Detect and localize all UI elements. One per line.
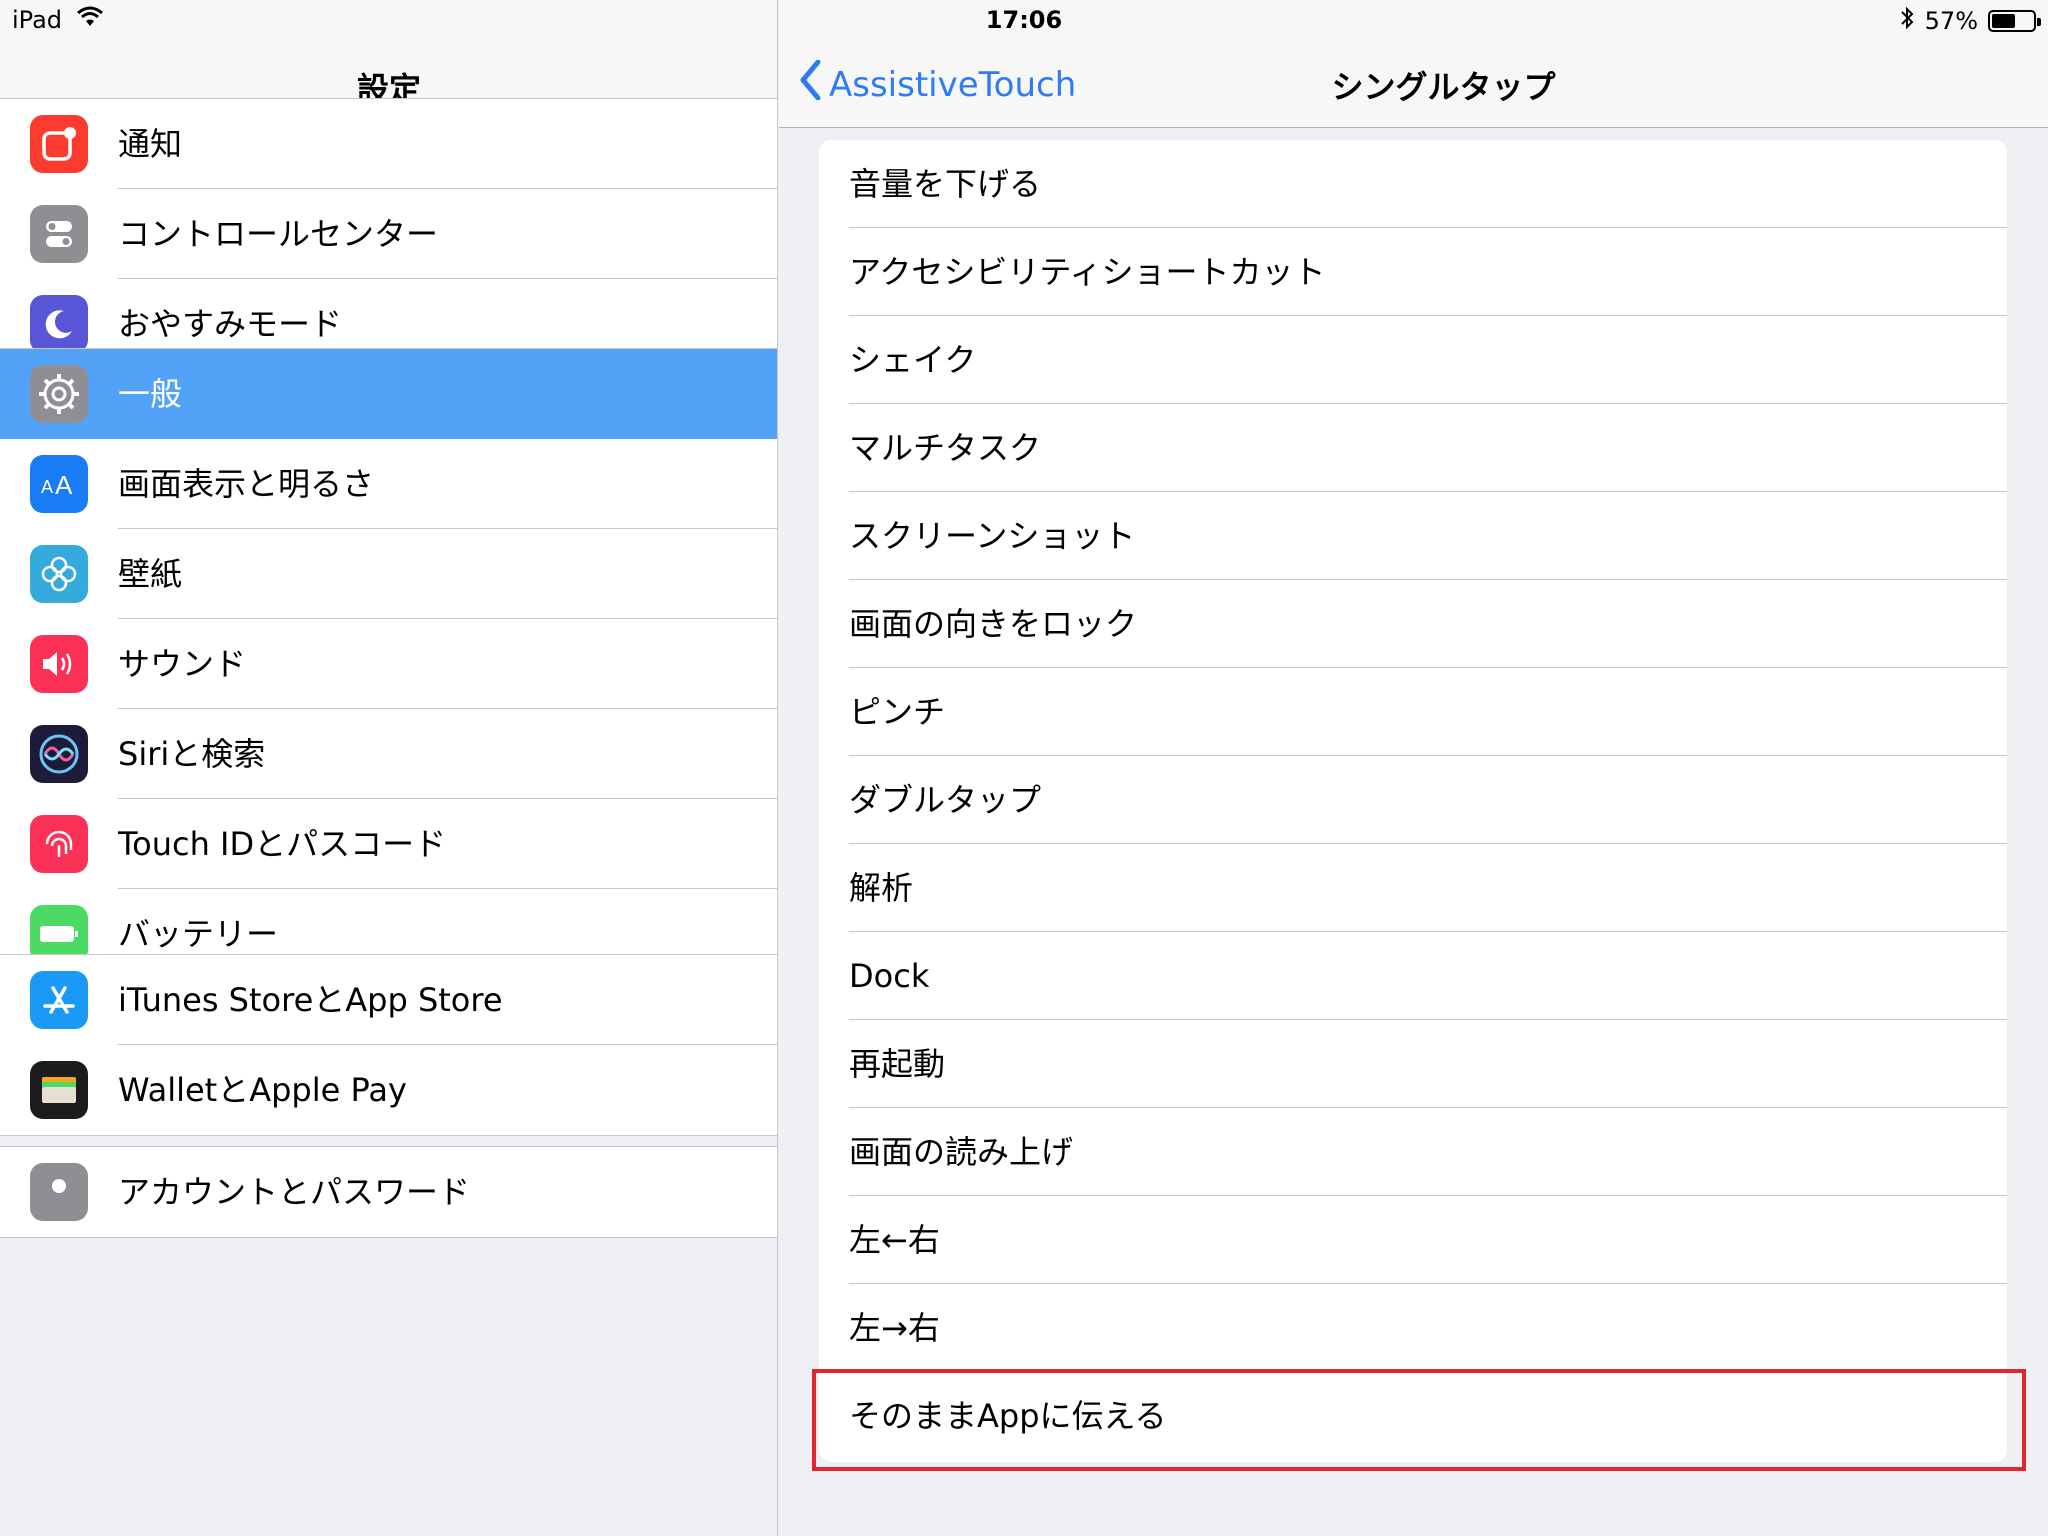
settings-group: アカウントとパスワード bbox=[0, 1146, 777, 1238]
action-row[interactable]: Dock bbox=[819, 932, 2007, 1020]
action-row[interactable]: 画面の向きをロック bbox=[819, 580, 2007, 668]
bluetooth-icon bbox=[1899, 6, 1915, 36]
sidebar-item-control-center[interactable]: コントロールセンター bbox=[0, 189, 777, 279]
action-label: ダブルタップ bbox=[849, 781, 1042, 819]
sidebar-item-siri[interactable]: Siriと検索 bbox=[0, 709, 777, 799]
action-row[interactable]: 左→右 bbox=[819, 1284, 2007, 1372]
battery-fill bbox=[1992, 14, 2015, 28]
sidebar-item-key[interactable]: アカウントとパスワード bbox=[0, 1147, 777, 1237]
sidebar-item-gear[interactable]: 一般 bbox=[0, 349, 777, 439]
sidebar-item-label: Touch IDとパスコード bbox=[118, 825, 447, 863]
action-row[interactable]: ダブルタップ bbox=[819, 756, 2007, 844]
action-row[interactable]: 解析 bbox=[819, 844, 2007, 932]
sidebar-item-label: コントロールセンター bbox=[118, 215, 439, 253]
sidebar-item-wallpaper[interactable]: 壁紙 bbox=[0, 529, 777, 619]
action-label: Dock bbox=[849, 957, 930, 995]
battery-percent: 57% bbox=[1924, 7, 1978, 35]
sidebar-item-label: 一般 bbox=[118, 375, 183, 413]
sidebar-item-display[interactable]: A A 画面表示と明るさ bbox=[0, 439, 777, 529]
sidebar-item-wallet[interactable]: WalletとApple Pay bbox=[0, 1045, 777, 1135]
display-icon: AA bbox=[30, 455, 88, 513]
action-row[interactable]: スクリーンショット bbox=[819, 492, 2007, 580]
wallpaper-icon bbox=[30, 545, 88, 603]
highlight-annotation bbox=[812, 1369, 2026, 1471]
action-row[interactable]: マルチタスク bbox=[819, 404, 2007, 492]
battery-indicator bbox=[1988, 10, 2041, 32]
wallet-icon bbox=[30, 1061, 88, 1119]
fingerprint-icon bbox=[30, 815, 88, 873]
action-row[interactable]: アクセシビリティショートカット bbox=[819, 228, 2007, 316]
sidebar-item-label: 壁紙 bbox=[118, 555, 183, 593]
app-store-icon bbox=[30, 971, 88, 1029]
sidebar-item-label: サウンド bbox=[118, 645, 247, 683]
action-row[interactable]: ピンチ bbox=[819, 668, 2007, 756]
settings-sidebar: 設定 通知 コントロールセンター おやすみモード 一般 A A 画面表示と明るさ 壁紙 サウンド… bbox=[0, 0, 778, 1536]
status-right: 57% bbox=[1899, 6, 2041, 36]
detail-pane: AssistiveTouch シングルタップ 音量を下げる アクセシビリティショー… bbox=[779, 0, 2048, 1536]
action-label: 音量を下げる bbox=[849, 165, 1042, 203]
sidebar-item-label: WalletとApple Pay bbox=[118, 1071, 407, 1109]
sidebar-item-label: 画面表示と明るさ bbox=[118, 465, 375, 503]
sidebar-item-label: アカウントとパスワード bbox=[118, 1173, 471, 1211]
key-icon bbox=[30, 1163, 88, 1221]
action-row[interactable]: 画面の読み上げ bbox=[819, 1108, 2007, 1196]
action-label: マルチタスク bbox=[849, 429, 1042, 467]
action-label: 画面の読み上げ bbox=[849, 1133, 1074, 1171]
sidebar-item-notifications[interactable]: 通知 bbox=[0, 99, 777, 189]
svg-text:A: A bbox=[55, 470, 73, 499]
action-label: アクセシビリティショートカット bbox=[849, 253, 1326, 291]
action-label: 再起動 bbox=[849, 1045, 946, 1083]
control-center-icon bbox=[30, 205, 88, 263]
status-time: 17:06 bbox=[985, 6, 1063, 34]
action-label: ピンチ bbox=[849, 693, 946, 731]
gear-icon bbox=[30, 365, 88, 423]
action-row[interactable]: 音量を下げる bbox=[819, 140, 2007, 228]
svg-text:A: A bbox=[41, 477, 53, 497]
sidebar-item-fingerprint[interactable]: Touch IDとパスコード bbox=[0, 799, 777, 889]
action-label: 左→右 bbox=[849, 1309, 940, 1347]
action-list: 音量を下げるアクセシビリティショートカット シェイクマルチタスクスクリーンショット… bbox=[819, 140, 2007, 1462]
action-label: 画面の向きをロック bbox=[849, 605, 1138, 643]
moon-icon bbox=[30, 295, 88, 353]
action-label: シェイク bbox=[849, 341, 977, 379]
action-row[interactable]: 左←右 bbox=[819, 1196, 2007, 1284]
sidebar-item-speaker[interactable]: サウンド bbox=[0, 619, 777, 709]
sidebar-item-app-store[interactable]: iTunes StoreとApp Store bbox=[0, 955, 777, 1045]
status-bar: iPad 17:06 57% bbox=[0, 0, 2048, 40]
action-row[interactable]: 再起動 bbox=[819, 1020, 2007, 1108]
page-title: シングルタップ bbox=[1331, 68, 1556, 106]
action-label: スクリーンショット bbox=[849, 517, 1136, 555]
settings-group: iTunes StoreとApp Store WalletとApple Pay bbox=[0, 954, 777, 1136]
sidebar-item-label: Siriと検索 bbox=[118, 735, 266, 773]
action-label: 左←右 bbox=[849, 1221, 940, 1259]
notifications-icon bbox=[30, 115, 88, 173]
settings-group: 通知 コントロールセンター おやすみモード bbox=[0, 98, 777, 370]
sidebar-item-label: 通知 bbox=[118, 125, 183, 163]
siri-icon bbox=[30, 725, 88, 783]
action-label: 解析 bbox=[849, 869, 914, 907]
speaker-icon bbox=[30, 635, 88, 693]
sidebar-item-label: iTunes StoreとApp Store bbox=[118, 981, 503, 1019]
action-row[interactable]: シェイク bbox=[819, 316, 2007, 404]
